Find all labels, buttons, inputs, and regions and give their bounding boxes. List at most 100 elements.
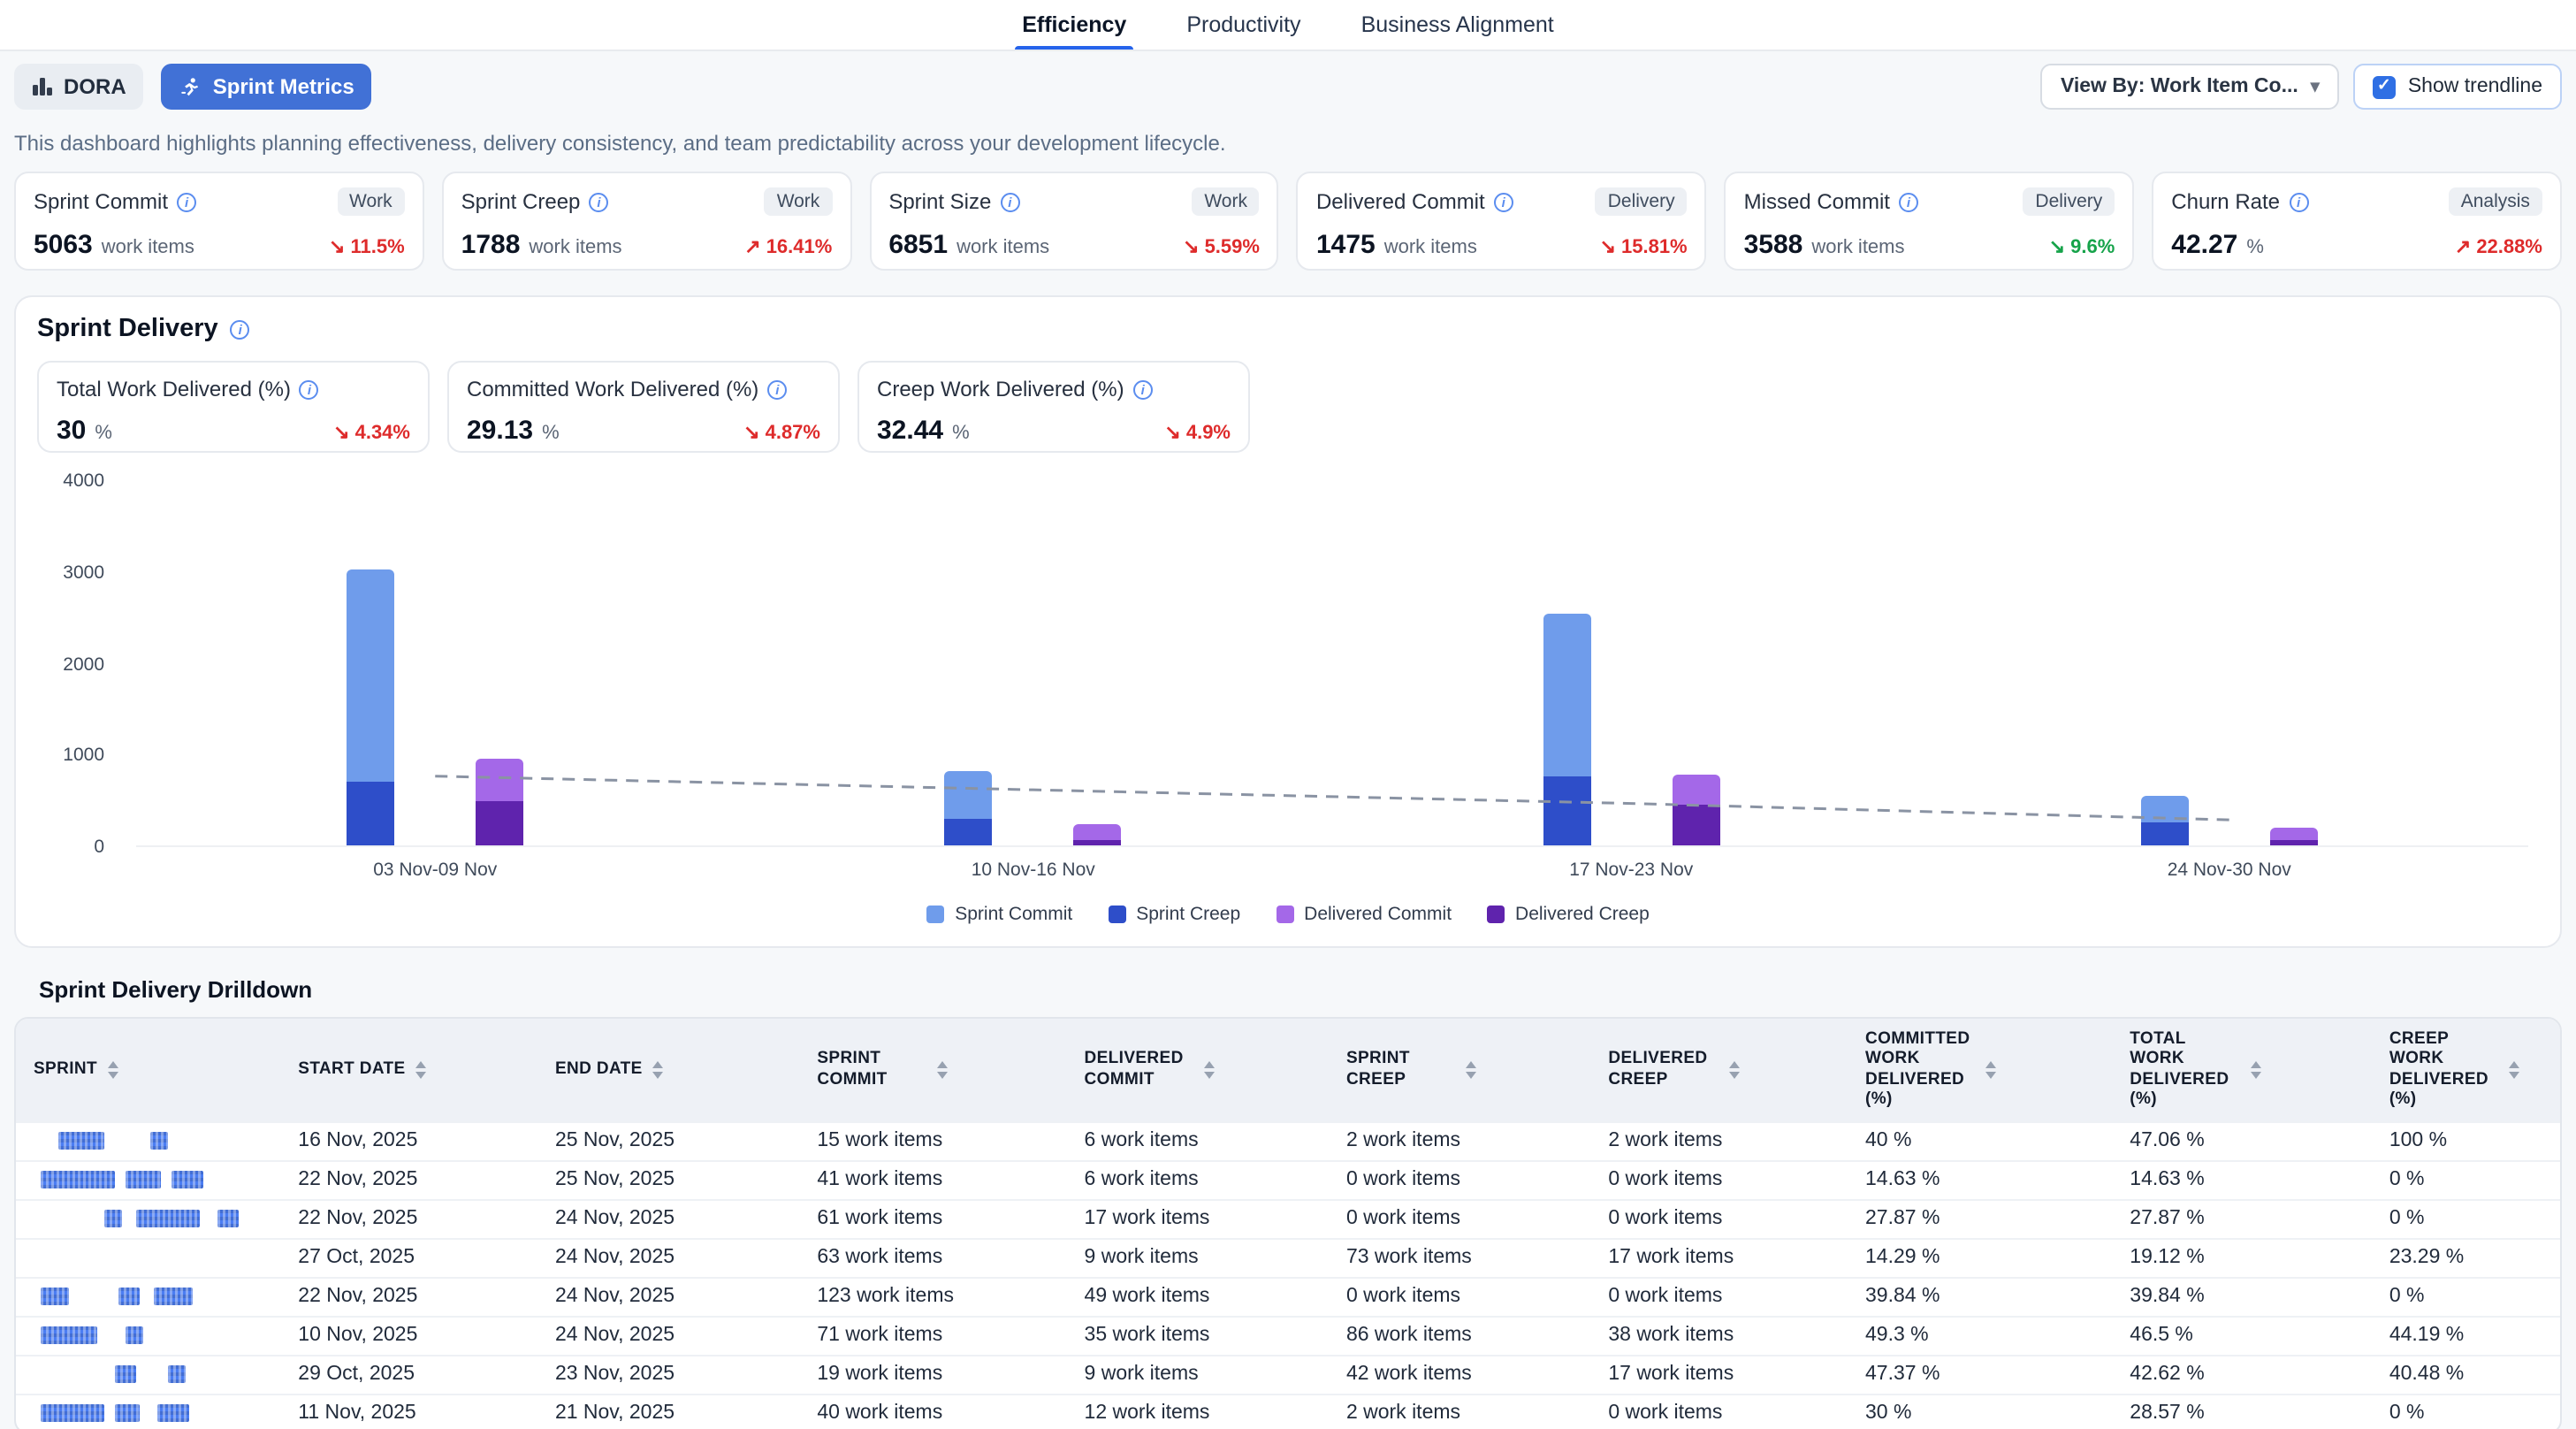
column-header-end_date[interactable]: End Date <box>537 1019 799 1121</box>
column-header-sprint_creep[interactable]: Sprint Creep <box>1329 1019 1590 1121</box>
cell-sprint-redacted <box>16 1277 280 1316</box>
cell-total_work_delivered: 14.63 % <box>2112 1160 2372 1199</box>
cell-sprint_creep: 2 work items <box>1329 1121 1590 1160</box>
show-trendline-toggle[interactable]: Show trendline <box>2353 64 2562 110</box>
kpi-card-churn-rate: Churn Rate Analysis 42.27 % ↗22.88% <box>2152 172 2562 271</box>
sort-icon[interactable] <box>1467 1061 1477 1079</box>
redaction-block <box>168 1365 186 1383</box>
cell-sprint_commit: 40 work items <box>799 1394 1066 1429</box>
cell-creep_work_delivered: 0 % <box>2372 1277 2560 1316</box>
view-by-dropdown[interactable]: View By: Work Item Co... <box>2041 64 2339 110</box>
sort-icon[interactable] <box>2250 1061 2260 1079</box>
sort-icon[interactable] <box>653 1061 664 1079</box>
x-tick-label: 03 Nov-09 Nov <box>373 860 497 881</box>
info-icon[interactable] <box>300 379 319 399</box>
info-icon[interactable] <box>589 192 608 211</box>
tab-efficiency[interactable]: Efficiency <box>1018 0 1130 50</box>
table-row[interactable]: 11 Nov, 202521 Nov, 202540 work items12 … <box>16 1394 2560 1429</box>
kpi-value: 3588 <box>1744 230 1803 260</box>
bar-segment <box>945 772 993 820</box>
legend-swatch <box>1108 906 1125 923</box>
cell-sprint-redacted <box>16 1355 280 1394</box>
table-row[interactable]: 22 Nov, 202524 Nov, 202561 work items17 … <box>16 1199 2560 1238</box>
legend-item-sprint-commit[interactable]: Sprint Commit <box>926 904 1072 925</box>
kpi-value: 42.27 <box>2171 230 2237 260</box>
info-icon[interactable] <box>1494 192 1513 211</box>
info-icon[interactable] <box>1899 192 1918 211</box>
cell-delivered_commit: 6 work items <box>1067 1160 1329 1199</box>
delivered-bar <box>476 758 523 845</box>
cell-committed_work_delivered: 27.87 % <box>1848 1199 2112 1238</box>
column-header-sprint[interactable]: Sprint <box>16 1019 280 1121</box>
info-icon[interactable] <box>231 319 250 339</box>
info-icon[interactable] <box>1133 379 1153 399</box>
kpi-trend: ↗16.41% <box>744 235 832 258</box>
info-icon[interactable] <box>767 379 787 399</box>
info-icon[interactable] <box>1000 192 1019 211</box>
trend-value: 11.5% <box>350 236 404 257</box>
kpi-badge: Work <box>765 187 833 216</box>
column-header-creep_work_delivered[interactable]: Creep Work Delivered (%) <box>2372 1019 2560 1121</box>
trend-value: 9.6% <box>2070 236 2115 257</box>
cell-sprint_commit: 71 work items <box>799 1316 1066 1355</box>
kpi-card-delivered-commit: Delivered Commit Delivery 1475 work item… <box>1297 172 1707 271</box>
table-row[interactable]: 22 Nov, 202525 Nov, 202541 work items6 w… <box>16 1160 2560 1199</box>
cell-end_date: 24 Nov, 2025 <box>537 1238 799 1277</box>
column-header-delivered_creep[interactable]: Delivered Creep <box>1590 1019 1848 1121</box>
sort-icon[interactable] <box>1985 1061 1996 1079</box>
kpi-title: Missed Commit <box>1744 189 1890 214</box>
column-header-start_date[interactable]: Start Date <box>280 1019 537 1121</box>
legend-label: Sprint Commit <box>955 904 1072 925</box>
column-header-sprint_commit[interactable]: Sprint Commit <box>799 1019 1066 1121</box>
cell-sprint_commit: 123 work items <box>799 1277 1066 1316</box>
metric-unit: % <box>542 423 560 444</box>
cell-committed_work_delivered: 49.3 % <box>1848 1316 2112 1355</box>
column-header-committed_work_delivered[interactable]: Committed Work Delivered (%) <box>1848 1019 2112 1121</box>
cell-start_date: 10 Nov, 2025 <box>280 1316 537 1355</box>
cell-sprint-redacted <box>16 1394 280 1429</box>
kpi-trend: ↘5.59% <box>1183 235 1260 258</box>
cell-start_date: 27 Oct, 2025 <box>280 1238 537 1277</box>
cell-total_work_delivered: 27.87 % <box>2112 1199 2372 1238</box>
metric-value: 32.44 <box>877 416 943 446</box>
legend-item-delivered-creep[interactable]: Delivered Creep <box>1487 904 1650 925</box>
kpi-unit: work items <box>1384 237 1477 258</box>
cell-committed_work_delivered: 14.29 % <box>1848 1238 2112 1277</box>
legend-label: Sprint Creep <box>1136 904 1240 925</box>
table-row[interactable]: 16 Nov, 202525 Nov, 202515 work items6 w… <box>16 1121 2560 1160</box>
kpi-trend: ↘9.6% <box>2049 235 2115 258</box>
table-row[interactable]: 22 Nov, 202524 Nov, 2025123 work items49… <box>16 1277 2560 1316</box>
sprint-metrics-button[interactable]: Sprint Metrics <box>162 64 372 110</box>
kpi-trend: ↘15.81% <box>1600 235 1688 258</box>
trend-arrow-icon: ↘ <box>1600 235 1616 258</box>
info-icon[interactable] <box>2289 192 2308 211</box>
info-icon[interactable] <box>177 192 196 211</box>
legend-swatch <box>926 906 944 923</box>
column-header-total_work_delivered[interactable]: Total Work Delivered (%) <box>2112 1019 2372 1121</box>
cell-delivered_commit: 49 work items <box>1067 1277 1329 1316</box>
kpi-card-missed-commit: Missed Commit Delivery 3588 work items ↘… <box>1725 172 2135 271</box>
sort-icon[interactable] <box>1205 1061 1216 1079</box>
column-header-label: Committed Work Delivered (%) <box>1865 1029 1975 1110</box>
trend-arrow-icon: ↘ <box>1164 421 1180 444</box>
tab-productivity[interactable]: Productivity <box>1183 0 1304 50</box>
sort-icon[interactable] <box>416 1061 427 1079</box>
sprint-bar <box>1543 613 1590 845</box>
column-header-delivered_commit[interactable]: Delivered Commit <box>1067 1019 1329 1121</box>
dora-button[interactable]: DORA <box>14 64 144 110</box>
legend-item-delivered-commit[interactable]: Delivered Commit <box>1276 904 1452 925</box>
legend-item-sprint-creep[interactable]: Sprint Creep <box>1108 904 1240 925</box>
table-row[interactable]: 29 Oct, 202523 Nov, 202519 work items9 w… <box>16 1355 2560 1394</box>
table-row[interactable]: 27 Oct, 202524 Nov, 202563 work items9 w… <box>16 1238 2560 1277</box>
sort-icon[interactable] <box>1728 1061 1739 1079</box>
cell-creep_work_delivered: 44.19 % <box>2372 1316 2560 1355</box>
cell-creep_work_delivered: 100 % <box>2372 1121 2560 1160</box>
tab-business-alignment[interactable]: Business Alignment <box>1358 0 1558 50</box>
bar-segment <box>347 782 394 845</box>
cell-sprint-redacted <box>16 1316 280 1355</box>
show-trendline-checkbox[interactable] <box>2373 75 2396 98</box>
sort-icon[interactable] <box>937 1061 948 1079</box>
sort-icon[interactable] <box>108 1061 118 1079</box>
sort-icon[interactable] <box>2510 1061 2520 1079</box>
table-row[interactable]: 10 Nov, 202524 Nov, 202571 work items35 … <box>16 1316 2560 1355</box>
